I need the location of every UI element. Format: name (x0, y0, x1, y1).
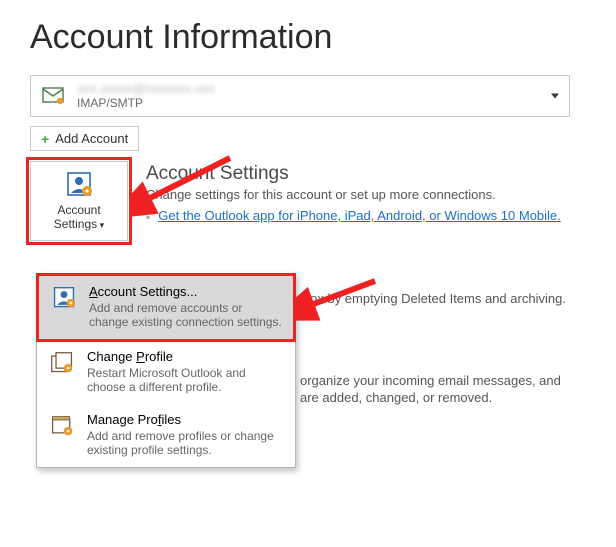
account-settings-menu-icon (49, 284, 79, 329)
menu-item-title: Account Settings... (89, 284, 283, 299)
manage-profiles-icon (47, 412, 77, 457)
account-protocol: IMAP/SMTP (77, 96, 561, 110)
account-settings-tile[interactable]: Account Settings ▾ (30, 161, 128, 241)
add-account-button[interactable]: + Add Account (30, 126, 139, 151)
section-subtext: Change settings for this account or set … (146, 187, 616, 202)
menu-item-title: Manage Profiles (87, 412, 285, 427)
menu-item-title: Change Profile (87, 349, 285, 364)
add-account-label: Add Account (55, 131, 128, 146)
rules-fragment: organize your incoming email messages, a… (300, 372, 580, 406)
page-title: Account Information (30, 18, 616, 57)
menu-item-desc: Restart Microsoft Outlook and choose a d… (87, 366, 285, 394)
get-outlook-app-link[interactable]: Get the Outlook app for iPhone, iPad, An… (158, 208, 561, 223)
menu-item-desc: Add and remove accounts or change existi… (89, 301, 283, 329)
menu-item-manage-profiles[interactable]: Manage Profiles Add and remove profiles … (37, 404, 295, 467)
bullet-icon: ▪ (146, 208, 150, 226)
account-selector[interactable]: xxx.xxxxx@xxxxxxx.xxx IMAP/SMTP (30, 75, 570, 117)
menu-item-desc: Add and remove profiles or change existi… (87, 429, 285, 457)
chevron-down-icon (551, 94, 559, 99)
menu-item-account-settings[interactable]: Account Settings... Add and remove accou… (36, 273, 296, 342)
account-email: xxx.xxxxx@xxxxxxx.xxx (77, 82, 561, 96)
section-heading: Account Settings (146, 163, 616, 185)
account-settings-tile-caption: Account Settings ▾ (54, 203, 104, 232)
account-settings-tile-icon (64, 171, 94, 199)
mailbox-icon (39, 82, 67, 110)
account-selector-labels: xxx.xxxxx@xxxxxxx.xxx IMAP/SMTP (77, 82, 561, 110)
change-profile-icon (47, 349, 77, 394)
menu-item-change-profile[interactable]: Change Profile Restart Microsoft Outlook… (37, 341, 295, 404)
account-settings-menu: Account Settings... Add and remove accou… (36, 273, 296, 468)
mailbox-settings-fragment: lbox by emptying Deleted Items and archi… (300, 291, 616, 306)
account-settings-section: Account Settings Change settings for thi… (146, 161, 616, 241)
plus-icon: + (41, 132, 49, 146)
